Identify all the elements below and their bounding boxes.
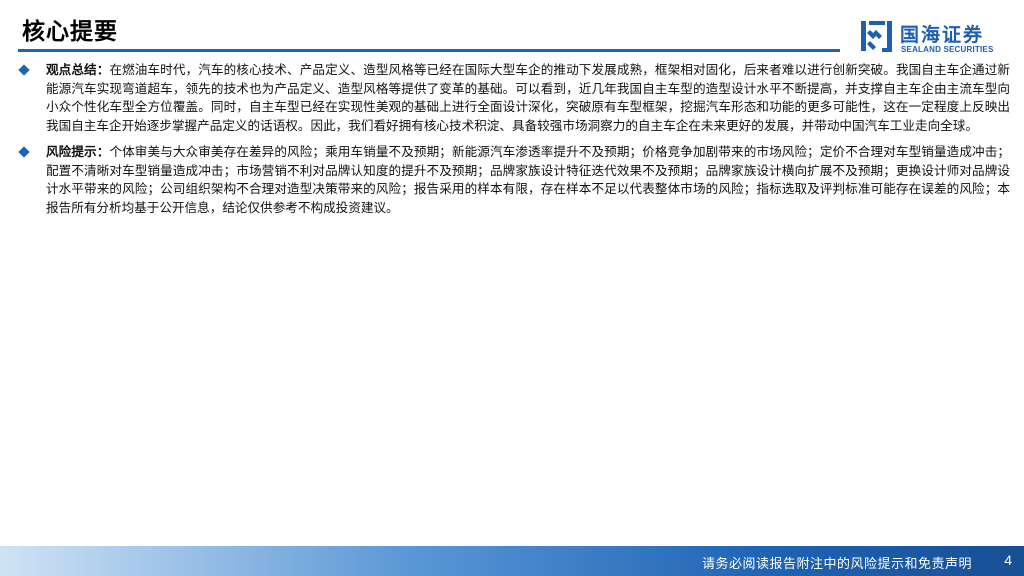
bullet-viewpoint: 观点总结：在燃油车时代，汽车的核心技术、产品定义、造型风格等已经在国际大型车企的… (16, 61, 1010, 135)
logo-chinese-name: 国海证券 (900, 24, 985, 46)
bullet-risk: 风险提示：个体审美与大众审美存在差异的风险；乘用车销量不及预期；新能源汽车渗透率… (16, 143, 1010, 217)
footer-bar: 请务必阅读报告附注中的风险提示和免责声明 4 (0, 546, 1024, 576)
page-title: 核心提要 (22, 19, 118, 45)
footer-disclaimer: 请务必阅读报告附注中的风险提示和免责声明 (701, 557, 972, 572)
logo-english-name: SEALAND SECURITIES (901, 45, 994, 54)
summary-content: 观点总结：在燃油车时代，汽车的核心技术、产品定义、造型风格等已经在国际大型车企的… (16, 61, 1010, 225)
title-underline (18, 49, 840, 52)
diamond-bullet-icon (18, 64, 30, 76)
bullet-label: 观点总结： (46, 62, 110, 77)
bullet-text: 在燃油车时代，汽车的核心技术、产品定义、造型风格等已经在国际大型车企的推动下发展… (46, 62, 1011, 133)
sealand-logo-icon (861, 21, 892, 52)
bullet-text: 个体审美与大众审美存在差异的风险；乘用车销量不及预期；新能源汽车渗透率提升不及预… (46, 144, 1011, 215)
page-number: 4 (1004, 552, 1012, 568)
company-logo: 国海证券 SEALAND SECURITIES (860, 18, 1005, 58)
diamond-bullet-icon (18, 146, 30, 158)
bullet-label: 风险提示： (46, 144, 110, 159)
